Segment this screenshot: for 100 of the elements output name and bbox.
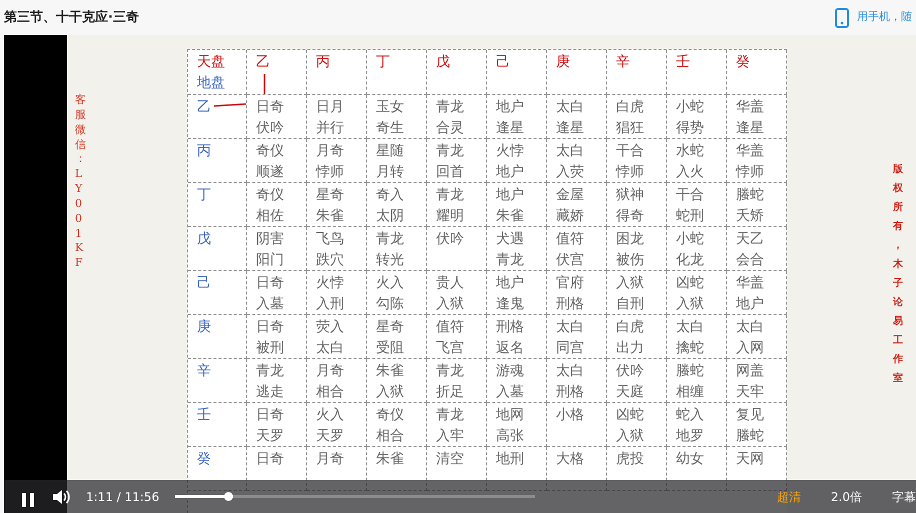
table-cell-text: 太白 同宫 xyxy=(556,318,584,358)
table-cell-text: 青龙 折足 xyxy=(436,362,464,402)
row-header: 庚 xyxy=(197,319,212,335)
row-header: 辛 xyxy=(197,363,212,379)
table-cell-text: 干合 悖师 xyxy=(616,142,644,182)
subtitles-button[interactable]: 字幕 xyxy=(892,488,916,506)
copyright-note: 版权所有，木子论易工作室 xyxy=(893,162,904,386)
column-header: 乙 xyxy=(256,54,270,70)
table-cell-text: 值符 飞宫 xyxy=(436,318,464,358)
table-cell-text: 太白 入网 xyxy=(736,318,764,358)
time-display: 1:11 / 11:56 xyxy=(86,488,160,506)
table-cell-text: 地户 朱雀 xyxy=(496,186,524,226)
table-cell-text: 伏吟 xyxy=(436,230,464,249)
mobile-link[interactable]: 用手机，随 xyxy=(857,9,912,26)
table-cell-text: 狱神 得奇 xyxy=(616,186,644,226)
row-header: 己 xyxy=(197,275,212,291)
table-cell-text: 地刑 xyxy=(496,450,524,469)
table-cell-text: 小格 xyxy=(556,406,584,425)
column-header: 丁 xyxy=(376,54,390,70)
table-cell-text: 奇仪 顺遂 xyxy=(256,142,284,182)
table-cell-text: 日奇 入墓 xyxy=(256,274,284,314)
table-cell-text: 小蛇 化龙 xyxy=(676,230,704,270)
progress-slider[interactable] xyxy=(175,495,536,498)
table-cell-text: 贵人 入狱 xyxy=(436,274,464,314)
table-cell-text: 游魂 入墓 xyxy=(496,362,524,402)
table-cell-text: 青龙 合灵 xyxy=(436,98,464,138)
table-cell-text: 天网 xyxy=(736,450,764,469)
table-cell-text: 蛇入 地罗 xyxy=(676,406,704,446)
table-cell-text: 伏吟 天庭 xyxy=(616,362,644,402)
table-cell-text: 星奇 受阻 xyxy=(376,318,404,358)
phone-icon[interactable] xyxy=(835,8,849,28)
table-cell-text: 华盖 悖师 xyxy=(736,142,764,182)
table-cell-text: 奇仪 相合 xyxy=(376,406,404,446)
table-cell-text: 青龙 回首 xyxy=(436,142,464,182)
table-cell-text: 日奇 被刑 xyxy=(256,318,284,358)
column-header: 己 xyxy=(496,54,510,70)
row-header: 壬 xyxy=(197,407,212,423)
table-cell-text: 日月 并行 xyxy=(316,98,344,138)
annotation-mark xyxy=(263,74,266,94)
table-cell-text: 太白 擒蛇 xyxy=(676,318,704,358)
row-header: 丁 xyxy=(197,187,212,203)
contact-note: 客服微信：LY001KF xyxy=(75,93,87,272)
table-cell-text: 入狱 自刑 xyxy=(616,274,644,314)
column-header: 戊 xyxy=(436,54,450,70)
table-cell-text: 干合 蛇刑 xyxy=(676,186,704,226)
table-cell-text: 日奇 伏吟 xyxy=(256,98,284,138)
table-cell-text: 华盖 地户 xyxy=(736,274,764,314)
table-cell-text: 天乙 会合 xyxy=(736,230,764,270)
table-cell-text: 地户 逢鬼 xyxy=(496,274,524,314)
table-cell-text: 飞鸟 跌穴 xyxy=(316,230,344,270)
column-header: 辛 xyxy=(616,54,630,70)
table-cell-text: 星随 月转 xyxy=(376,142,404,182)
table-cell-text: 小蛇 得势 xyxy=(676,98,704,138)
table-cell-text: 奇仪 相佐 xyxy=(256,186,284,226)
table-cell-text: 太白 逢星 xyxy=(556,98,584,138)
table-cell-text: 螣蛇 相缠 xyxy=(676,362,704,402)
table-cell-text: 太白 刑格 xyxy=(556,362,584,402)
speed-button[interactable]: 2.0倍 xyxy=(830,488,862,506)
table-cell-text: 地户 逢星 xyxy=(496,98,524,138)
table-cell-text: 玉女 奇生 xyxy=(376,98,404,138)
lesson-title: 第三节、十干克应·三奇 xyxy=(4,8,139,27)
column-header: 丙 xyxy=(316,54,330,70)
table-cell-text: 朱雀 xyxy=(376,450,404,469)
quality-button[interactable]: 超清 xyxy=(776,488,801,506)
table-cell-text: 青龙 逃走 xyxy=(256,362,284,402)
table-cell-text: 月奇 相合 xyxy=(316,362,344,402)
row-header: 乙 xyxy=(197,99,212,115)
row-header: 癸 xyxy=(197,451,212,467)
table-cell-text: 网盖 天牢 xyxy=(736,362,764,402)
table-cell-text: 星奇 朱雀 xyxy=(316,186,344,226)
table-cell-text: 金屋 藏娇 xyxy=(556,186,584,226)
annotation-mark xyxy=(214,103,246,107)
table-cell-text: 犬遇 青龙 xyxy=(496,230,524,270)
table-cell-text: 青龙 耀明 xyxy=(436,186,464,226)
table-cell-text: 凶蛇 入狱 xyxy=(616,406,644,446)
table-cell-text: 日奇 xyxy=(256,450,284,469)
table-cell-text: 荧入 太白 xyxy=(316,318,344,358)
table-header: 天盘 xyxy=(197,53,226,72)
column-header: 庚 xyxy=(556,54,570,70)
table-header: 地盘 xyxy=(197,74,226,93)
table-cell-text: 值符 伏宫 xyxy=(556,230,584,270)
table-cell-text: 华盖 逢星 xyxy=(736,98,764,138)
table-cell-text: 刑格 返名 xyxy=(496,318,524,358)
table-cell-text: 白虎 出力 xyxy=(616,318,644,358)
row-header: 丙 xyxy=(197,143,212,159)
column-header: 壬 xyxy=(676,54,690,70)
table-cell-text: 复见 螣蛇 xyxy=(736,406,764,446)
table-cell-text: 火悖 入刑 xyxy=(316,274,344,314)
table-cell-text: 朱雀 入狱 xyxy=(376,362,404,402)
table-cell-text: 青龙 入牢 xyxy=(436,406,464,446)
table-cell-text: 日奇 天罗 xyxy=(256,406,284,446)
table-cell-text: 月奇 悖师 xyxy=(316,142,344,182)
table-cell-text: 水蛇 入火 xyxy=(676,142,704,182)
table-cell-text: 青龙 转光 xyxy=(376,230,404,270)
table-cell-text: 清空 xyxy=(436,450,464,469)
table-cell-text: 螣蛇 夭矫 xyxy=(736,186,764,226)
table-cell-text: 地网 高张 xyxy=(496,406,524,446)
table-cell-text: 虎投 xyxy=(616,450,644,469)
volume-icon[interactable] xyxy=(52,488,70,504)
table-cell-text: 大格 xyxy=(556,450,584,469)
